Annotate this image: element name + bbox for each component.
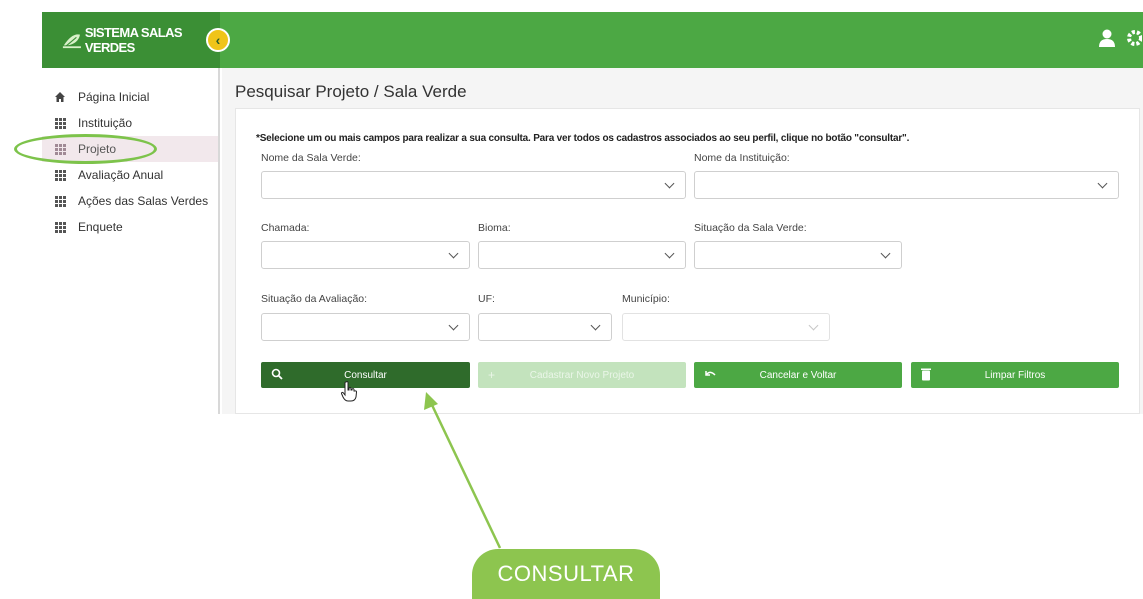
app-brand[interactable]: SISTEMA SALAS VERDES	[42, 12, 220, 68]
sidebar-item-pagina-inicial[interactable]: Página Inicial	[42, 84, 218, 110]
bioma-select[interactable]	[478, 241, 686, 269]
chevron-down-icon	[665, 250, 675, 260]
cadastrar-novo-projeto-button[interactable]: + Cadastrar Novo Projeto	[478, 362, 686, 388]
consultar-callout-label: CONSULTAR	[472, 549, 660, 599]
chevron-down-icon	[591, 322, 601, 332]
grid-icon	[54, 169, 66, 181]
nome-sala-verde-label: Nome da Sala Verde:	[261, 152, 361, 164]
sidebar-item-enquete[interactable]: Enquete	[42, 214, 218, 240]
bioma-label: Bioma:	[478, 222, 511, 234]
projeto-highlight-oval	[14, 134, 157, 164]
page-title: Pesquisar Projeto / Sala Verde	[235, 82, 467, 101]
sidebar-item-label: Enquete	[78, 220, 123, 234]
municipio-label: Município:	[622, 293, 670, 305]
chevron-down-icon	[665, 180, 675, 190]
uf-label: UF:	[478, 293, 495, 305]
chevron-down-icon	[449, 322, 459, 332]
trash-icon	[921, 368, 933, 382]
top-right-icons	[1097, 27, 1143, 51]
cancelar-button-label: Cancelar e Voltar	[759, 369, 837, 381]
situacao-sala-verde-select[interactable]	[694, 241, 902, 269]
situacao-avaliacao-label: Situação da Avaliação:	[261, 293, 368, 305]
search-icon	[271, 368, 283, 382]
nome-sala-verde-select[interactable]	[261, 171, 686, 199]
situacao-avaliacao-select[interactable]	[261, 313, 470, 341]
cancelar-e-voltar-button[interactable]: Cancelar e Voltar	[694, 362, 902, 388]
screenshot-root: SISTEMA SALAS VERDES ‹ Página Inicial In…	[0, 0, 1143, 599]
sidebar-item-label: Página Inicial	[78, 90, 150, 104]
chevron-down-icon	[881, 250, 891, 260]
sidebar-item-label: Avaliação Anual	[78, 168, 164, 182]
sidebar: Página Inicial Instituição Projeto Avali…	[42, 68, 220, 414]
sidebar-item-label: Instituição	[78, 116, 133, 130]
grid-icon	[54, 195, 66, 207]
municipio-select[interactable]	[622, 313, 830, 341]
limpar-filtros-button[interactable]: Limpar Filtros	[911, 362, 1119, 388]
instructions-text: *Selecione um ou mais campos para realiz…	[256, 133, 910, 144]
home-icon	[54, 91, 66, 103]
sidebar-collapse-button[interactable]: ‹	[206, 28, 230, 52]
app-brand-text: SISTEMA SALAS VERDES	[84, 25, 183, 55]
chamada-select[interactable]	[261, 241, 470, 269]
nome-instituicao-select[interactable]	[694, 171, 1119, 199]
chevron-left-icon: ‹	[215, 32, 221, 48]
situacao-sala-verde-label: Situação da Sala Verde:	[694, 222, 807, 234]
leaf-logo-icon	[62, 34, 81, 49]
cadastrar-button-label: Cadastrar Novo Projeto	[529, 369, 635, 381]
undo-icon	[704, 368, 716, 382]
settings-gear-icon[interactable]	[1123, 27, 1143, 51]
chamada-label: Chamada:	[261, 222, 310, 234]
hand-cursor-icon	[340, 381, 358, 402]
uf-select[interactable]	[478, 313, 612, 341]
nome-instituicao-label: Nome da Instituição:	[694, 152, 790, 164]
chevron-down-icon	[809, 322, 819, 332]
chevron-down-icon	[449, 250, 459, 260]
grid-icon	[54, 117, 66, 129]
plus-icon: +	[488, 368, 496, 382]
limpar-button-label: Limpar Filtros	[984, 369, 1046, 381]
chevron-down-icon	[1098, 180, 1108, 190]
consultar-button-label: Consultar	[344, 369, 387, 381]
sidebar-item-label: Ações das Salas Verdes	[78, 194, 209, 208]
sidebar-item-instituicao[interactable]: Instituição	[42, 110, 218, 136]
sidebar-item-avaliacao-anual[interactable]: Avaliação Anual	[42, 162, 218, 188]
consultar-button[interactable]: Consultar	[261, 362, 470, 388]
user-icon[interactable]	[1097, 27, 1117, 51]
grid-icon	[54, 221, 66, 233]
sidebar-item-acoes-salas-verdes[interactable]: Ações das Salas Verdes	[42, 188, 218, 214]
top-navbar: SISTEMA SALAS VERDES ‹	[42, 12, 1143, 68]
